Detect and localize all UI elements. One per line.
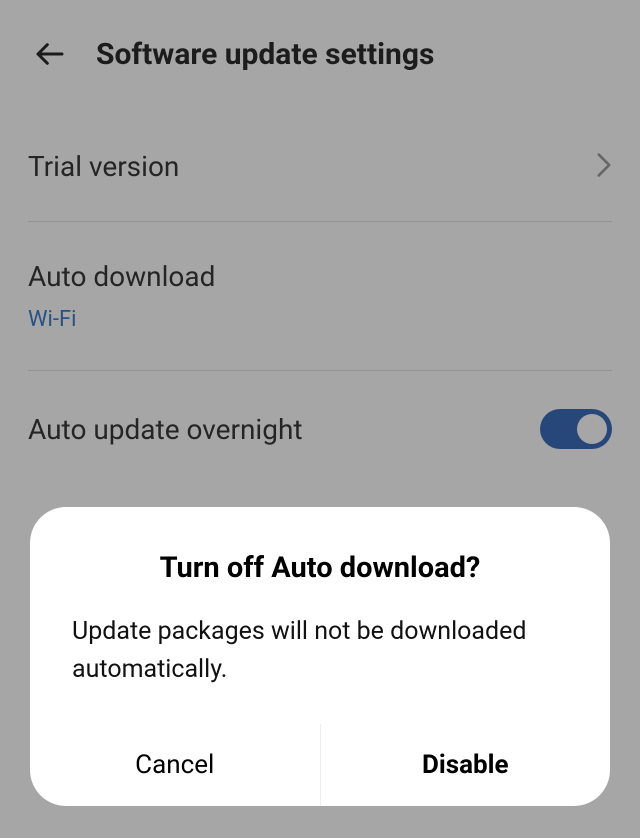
cancel-button[interactable]: Cancel [30, 724, 321, 806]
confirm-dialog: Turn off Auto download? Update packages … [30, 507, 610, 806]
modal-overlay[interactable]: Turn off Auto download? Update packages … [0, 0, 640, 838]
dialog-body: Update packages will not be downloaded a… [30, 613, 610, 688]
dialog-title: Turn off Auto download? [30, 551, 610, 585]
disable-button[interactable]: Disable [321, 724, 611, 806]
dialog-actions: Cancel Disable [30, 724, 610, 806]
